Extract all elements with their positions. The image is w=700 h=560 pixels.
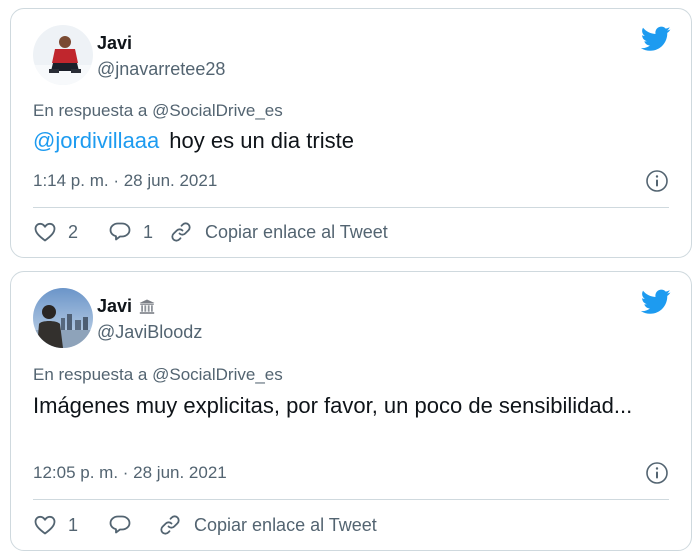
- reply-context: En respuesta a @SocialDrive_es: [33, 365, 283, 385]
- reply-bubble-icon: [109, 515, 131, 534]
- tweet-text: Imágenes muy explicitas, por favor, un p…: [33, 392, 661, 420]
- like-button[interactable]: 2: [33, 220, 78, 244]
- handle[interactable]: @JaviBloodz: [97, 322, 202, 343]
- heart-icon: [34, 515, 56, 535]
- tweet-card[interactable]: Javi @JaviBloodz En respuesta a @SocialD…: [10, 271, 692, 551]
- reply-prefix: En respuesta a: [33, 101, 148, 120]
- mention-link[interactable]: @jordivillaaa: [33, 128, 159, 153]
- copy-link-button[interactable]: Copiar enlace al Tweet: [169, 220, 388, 244]
- link-icon: [160, 515, 180, 535]
- action-bar: 2 1 Copiar enlace al Tweet: [33, 220, 388, 244]
- reply-prefix: En respuesta a: [33, 365, 148, 384]
- copy-link-label: Copiar enlace al Tweet: [205, 221, 388, 242]
- tweet-card[interactable]: Javi @jnavarretee28 En respuesta a @Soci…: [10, 8, 692, 258]
- reply-to-mention[interactable]: @SocialDrive_es: [152, 101, 283, 120]
- like-button[interactable]: 1: [33, 513, 78, 537]
- twitter-bird-icon[interactable]: [641, 289, 671, 315]
- like-count: 2: [68, 221, 79, 242]
- handle[interactable]: @jnavarretee28: [97, 59, 225, 80]
- reply-to-mention[interactable]: @SocialDrive_es: [152, 365, 283, 384]
- avatar[interactable]: [33, 25, 93, 85]
- twitter-bird-icon[interactable]: [641, 26, 671, 52]
- action-bar: 1 Copiar enlace al Tweet: [33, 513, 377, 537]
- avatar-image: [33, 25, 93, 85]
- timestamp[interactable]: 12:05 p. m. · 28 jun. 2021: [33, 463, 227, 483]
- reply-context: En respuesta a @SocialDrive_es: [33, 101, 283, 121]
- reply-count: 1: [143, 221, 154, 242]
- classical-building-icon: [139, 299, 155, 314]
- divider: [33, 207, 669, 208]
- avatar[interactable]: [33, 288, 93, 348]
- reply-button[interactable]: [108, 513, 132, 537]
- info-icon[interactable]: [645, 169, 669, 193]
- heart-icon: [34, 222, 56, 242]
- display-name[interactable]: Javi: [97, 33, 132, 54]
- reply-button[interactable]: 1: [108, 220, 153, 244]
- info-icon[interactable]: [645, 461, 669, 485]
- tweet-body: hoy es un dia triste: [169, 128, 354, 153]
- timestamp[interactable]: 1:14 p. m. · 28 jun. 2021: [33, 171, 217, 191]
- avatar-image: [33, 288, 93, 348]
- like-count: 1: [68, 514, 79, 535]
- divider: [33, 499, 669, 500]
- copy-link-button[interactable]: Copiar enlace al Tweet: [158, 513, 377, 537]
- display-name[interactable]: Javi: [97, 296, 132, 317]
- link-icon: [171, 222, 191, 242]
- tweet-text: @jordivillaaa hoy es un dia triste: [33, 127, 661, 155]
- copy-link-label: Copiar enlace al Tweet: [194, 514, 377, 535]
- tweet-body: Imágenes muy explicitas, por favor, un p…: [33, 393, 633, 418]
- reply-bubble-icon: [109, 222, 131, 241]
